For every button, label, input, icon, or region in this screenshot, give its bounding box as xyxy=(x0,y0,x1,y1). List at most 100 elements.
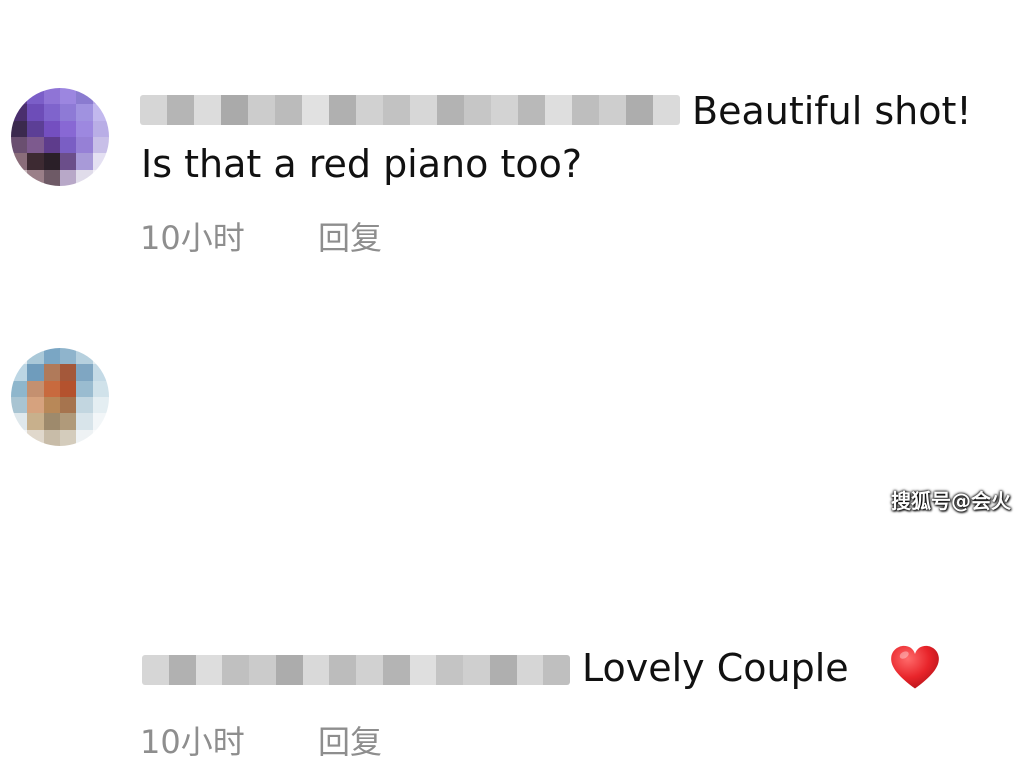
username-blur-block xyxy=(167,95,194,125)
username-blur-block xyxy=(382,655,410,685)
avatar-pixel xyxy=(43,429,60,446)
avatar-pixel xyxy=(92,169,109,186)
avatar-pixel xyxy=(60,120,77,137)
avatar-pixel xyxy=(43,137,60,154)
avatar-pixel xyxy=(60,397,77,414)
avatar-pixel xyxy=(27,88,44,105)
avatar-pixel xyxy=(60,413,77,430)
username-blur-block xyxy=(409,655,437,685)
avatar-pixel xyxy=(60,88,77,105)
avatar-pixel xyxy=(43,153,60,170)
username-blur-block xyxy=(248,95,275,125)
username-redacted[interactable] xyxy=(142,655,570,685)
avatar-pixel xyxy=(92,413,109,430)
avatar-pixel xyxy=(76,137,93,154)
username-blur-block xyxy=(275,655,303,685)
username-blur-block xyxy=(599,95,626,125)
username-blur-block xyxy=(436,655,463,685)
username-blur-block xyxy=(545,95,572,125)
avatar-pixel xyxy=(60,380,77,397)
avatar-pixel xyxy=(76,364,93,381)
username-blur-block xyxy=(142,655,169,685)
avatar-pixel xyxy=(27,169,44,186)
username-blur-block xyxy=(140,95,167,125)
avatar-pixel xyxy=(11,88,28,105)
username-blur-block xyxy=(626,95,653,125)
username-blur-block xyxy=(168,655,196,685)
avatar-pixel xyxy=(43,364,60,381)
username-redacted[interactable] xyxy=(140,95,680,125)
avatar-pixel xyxy=(76,429,93,446)
avatar-pixel xyxy=(92,397,109,414)
comment-text-continued: Is that a red piano too? xyxy=(141,142,583,186)
avatar-pixel xyxy=(27,380,44,397)
avatar-pixel xyxy=(92,120,109,137)
username-blur-block xyxy=(410,95,437,125)
heart-emoji-icon xyxy=(891,645,939,689)
avatar-pixel xyxy=(76,397,93,414)
username-blur-block xyxy=(516,655,544,685)
avatar-pixel xyxy=(43,88,60,105)
avatar-pixel xyxy=(43,120,60,137)
avatar-pixel xyxy=(43,169,60,186)
avatar-pixel xyxy=(27,348,44,365)
username-blur-block xyxy=(194,95,221,125)
username-blur-block xyxy=(572,95,599,125)
avatar-pixel xyxy=(27,153,44,170)
avatar-pixel xyxy=(92,380,109,397)
avatar-pixel xyxy=(76,169,93,186)
avatar-pixel xyxy=(76,120,93,137)
username-blur-block xyxy=(302,655,330,685)
avatar[interactable] xyxy=(11,348,109,446)
username-blur-block xyxy=(195,655,223,685)
avatar-pixel xyxy=(27,397,44,414)
avatar-pixel xyxy=(43,397,60,414)
avatar-pixel xyxy=(92,104,109,121)
avatar-pixel xyxy=(27,137,44,154)
avatar-pixel xyxy=(27,104,44,121)
avatar-pixel xyxy=(92,88,109,105)
avatar-pixel xyxy=(27,364,44,381)
avatar-pixel xyxy=(60,169,77,186)
avatar-pixel xyxy=(92,153,109,170)
avatar-pixel xyxy=(11,137,28,154)
avatar-pixel xyxy=(60,137,77,154)
username-blur-block xyxy=(464,95,491,125)
avatar-pixel xyxy=(43,104,60,121)
username-blur-block xyxy=(437,95,464,125)
username-blur-block xyxy=(329,95,356,125)
avatar-pixel xyxy=(92,429,109,446)
avatar-pixel xyxy=(92,364,109,381)
reply-button[interactable]: 回复 xyxy=(318,218,382,258)
reply-button[interactable]: 回复 xyxy=(318,722,382,762)
avatar-pixel xyxy=(11,380,28,397)
comment-text: Beautiful shot! xyxy=(692,89,972,133)
avatar-pixel xyxy=(60,153,77,170)
avatar-pixel xyxy=(11,397,28,414)
avatar-pixel xyxy=(11,169,28,186)
username-blur-block xyxy=(275,95,302,125)
avatar-pixel xyxy=(92,348,109,365)
watermark: 搜狐号@会火 xyxy=(891,489,1011,513)
username-blur-block xyxy=(491,95,518,125)
comment-item: Lovely Couple 10小时 回复 xyxy=(0,290,1025,761)
avatar-pixel xyxy=(11,120,28,137)
username-blur-block xyxy=(221,95,248,125)
avatar[interactable] xyxy=(11,88,109,186)
avatar-pixel xyxy=(60,104,77,121)
avatar-pixel xyxy=(76,380,93,397)
avatar-pixel xyxy=(60,348,77,365)
avatar-pixel xyxy=(92,137,109,154)
username-blur-block xyxy=(356,95,383,125)
avatar-pixel xyxy=(11,153,28,170)
avatar-pixel xyxy=(11,104,28,121)
username-blur-block xyxy=(329,655,356,685)
avatar-pixel xyxy=(11,364,28,381)
comment-text: Lovely Couple xyxy=(582,646,849,690)
username-blur-block xyxy=(489,655,517,685)
username-blur-block xyxy=(302,95,329,125)
avatar-pixel xyxy=(43,413,60,430)
avatar-pixel xyxy=(27,120,44,137)
username-blur-block xyxy=(383,95,410,125)
username-blur-block xyxy=(249,655,276,685)
